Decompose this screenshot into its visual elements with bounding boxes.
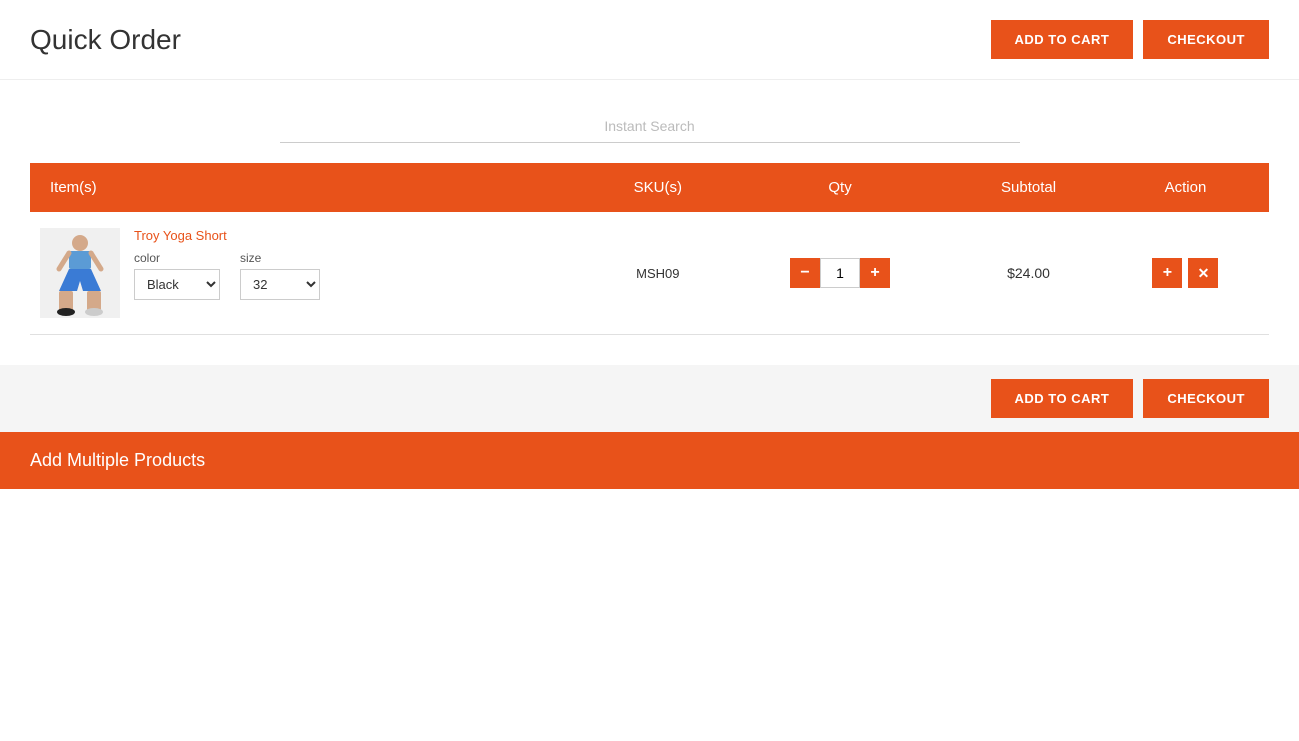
product-item: Troy Yoga Short color BlackBlueRed size … [40, 228, 579, 318]
table-section: Item(s) SKU(s) Qty Subtotal Action [0, 163, 1299, 335]
subtotal-cell: $24.00 [955, 212, 1102, 335]
col-qty: Qty [725, 163, 955, 212]
add-to-cart-button-bottom[interactable]: ADD TO CART [991, 379, 1134, 418]
add-multiple-title: Add Multiple Products [30, 450, 205, 470]
qty-cell: − + [725, 212, 955, 335]
product-image [40, 228, 120, 318]
page-wrapper: Quick Order ADD TO CART CHECKOUT Item(s)… [0, 0, 1299, 741]
color-label: color [134, 251, 220, 265]
col-items: Item(s) [30, 163, 591, 212]
checkout-button-top[interactable]: CHECKOUT [1143, 20, 1269, 59]
page-title: Quick Order [30, 24, 181, 56]
action-remove-button[interactable]: ✕ [1188, 258, 1218, 288]
sku-cell: MSH09 [591, 212, 725, 335]
product-attrs: color BlackBlueRed size 30323436 [134, 251, 320, 300]
action-buttons: + ✕ [1114, 258, 1257, 288]
col-action: Action [1102, 163, 1269, 212]
product-cell-0: Troy Yoga Short color BlackBlueRed size … [30, 212, 591, 335]
header: Quick Order ADD TO CART CHECKOUT [0, 0, 1299, 80]
col-skus: SKU(s) [591, 163, 725, 212]
qty-controls: − + [737, 258, 943, 288]
order-table: Item(s) SKU(s) Qty Subtotal Action [30, 163, 1269, 335]
color-attr-group: color BlackBlueRed [134, 251, 220, 300]
search-section [0, 80, 1299, 163]
action-cell: + ✕ [1102, 212, 1269, 335]
header-buttons: ADD TO CART CHECKOUT [991, 20, 1269, 59]
product-info: Troy Yoga Short color BlackBlueRed size … [134, 228, 320, 300]
add-to-cart-button-top[interactable]: ADD TO CART [991, 20, 1134, 59]
bottom-bar: ADD TO CART CHECKOUT [0, 365, 1299, 432]
size-label: size [240, 251, 320, 265]
size-select[interactable]: 30323436 [240, 269, 320, 300]
action-add-button[interactable]: + [1152, 258, 1182, 288]
add-multiple-section: Add Multiple Products [0, 432, 1299, 489]
table-row: Troy Yoga Short color BlackBlueRed size … [30, 212, 1269, 335]
checkout-button-bottom[interactable]: CHECKOUT [1143, 379, 1269, 418]
qty-decrease-button[interactable]: − [790, 258, 820, 288]
qty-input[interactable] [820, 258, 860, 288]
instant-search-input[interactable] [280, 110, 1020, 143]
product-name-link[interactable]: Troy Yoga Short [134, 228, 320, 243]
size-attr-group: size 30323436 [240, 251, 320, 300]
table-header-row: Item(s) SKU(s) Qty Subtotal Action [30, 163, 1269, 212]
col-subtotal: Subtotal [955, 163, 1102, 212]
color-select[interactable]: BlackBlueRed [134, 269, 220, 300]
qty-increase-button[interactable]: + [860, 258, 890, 288]
